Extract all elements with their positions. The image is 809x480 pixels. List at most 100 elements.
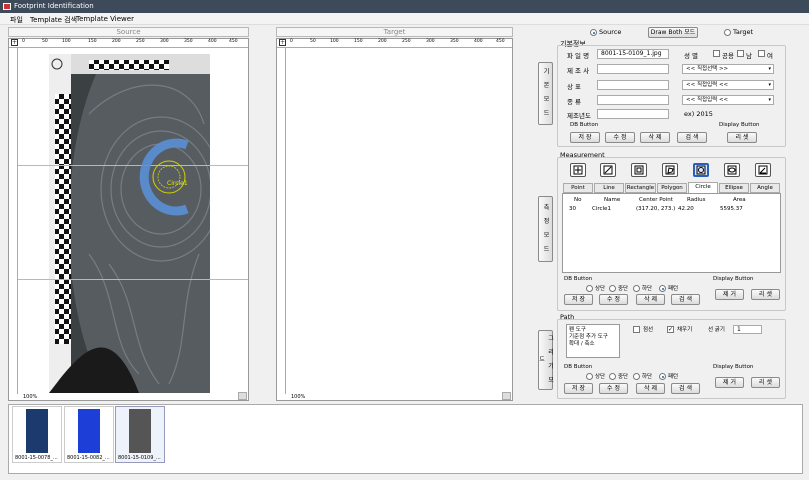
circle-tool[interactable] — [693, 163, 709, 177]
path-delete-button[interactable]: 삭 제 — [636, 383, 665, 394]
type-field[interactable] — [597, 95, 669, 105]
target-zoom-level: 100% — [291, 394, 306, 400]
gender-female-checkbox[interactable] — [758, 50, 765, 57]
measure-db-button-label: DB Button — [564, 276, 593, 282]
thumbnail-item[interactable]: 8001-15-0078_... — [12, 406, 62, 463]
gender-male-label: 남 — [746, 52, 752, 60]
measure-search-button[interactable]: 검 색 — [671, 294, 700, 305]
polygon-icon — [665, 165, 675, 175]
circle-measurement-overlay[interactable] — [129, 137, 199, 217]
target-canvas[interactable]: + 100% — [276, 38, 513, 401]
measure-mode-button[interactable]: 측 정 모 드 — [538, 196, 553, 262]
polygon-tool[interactable] — [662, 163, 678, 177]
fill-checkbox[interactable]: ✓ — [667, 326, 674, 333]
type-select[interactable]: << 직접입력 << ▾ — [682, 95, 774, 105]
ruler-tick: 450 — [496, 39, 505, 44]
thumbnail-image — [26, 409, 48, 453]
path-save-button[interactable]: 저 장 — [564, 383, 593, 394]
angle-tool[interactable] — [755, 163, 771, 177]
filename-field[interactable]: 8001-15-0109_1.jpg — [597, 49, 669, 59]
thumbnail-item[interactable]: 8001-15-0082_... — [64, 406, 114, 463]
path-mid-radio[interactable] — [609, 373, 616, 380]
pen-tool-item[interactable]: 펜 도구 — [569, 327, 617, 334]
fill-label: 채우기 — [677, 327, 693, 333]
target-ruler-vertical — [277, 48, 286, 394]
menu-template-viewer[interactable]: Template Viewer — [76, 15, 134, 23]
measure-reset-button[interactable]: 리 셋 — [751, 289, 780, 300]
point-tool[interactable] — [570, 163, 586, 177]
column-header-name: Name — [604, 197, 621, 203]
basic-save-button[interactable]: 저 장 — [570, 132, 600, 143]
tab-ellipse[interactable]: Ellipse — [719, 183, 749, 193]
ruler-tick: 350 — [184, 39, 193, 44]
path-reset-button[interactable]: 리 셋 — [751, 377, 780, 388]
year-label: 제조년도 — [567, 112, 591, 120]
ellipse-tool[interactable] — [724, 163, 740, 177]
path-bottom-radio[interactable] — [633, 373, 640, 380]
gender-male-checkbox[interactable] — [737, 50, 744, 57]
column-header-area: Area — [733, 197, 746, 203]
table-row[interactable]: 30 Circle1 (317.20, 273.) 42.20 5595.37 — [566, 205, 778, 214]
anchor-add-tool-item[interactable]: 기준점 추가 도구 — [569, 334, 617, 341]
dashed-checkbox[interactable] — [633, 326, 640, 333]
product-select[interactable]: << 직접입력 << ▾ — [682, 80, 774, 90]
measure-save-button[interactable]: 저 장 — [564, 294, 593, 305]
target-mode-label: Target — [733, 28, 754, 36]
maker-field[interactable] — [597, 64, 669, 74]
ruler-tick: 350 — [450, 39, 459, 44]
product-field[interactable] — [597, 80, 669, 90]
tab-angle[interactable]: Angle — [750, 183, 780, 193]
year-field[interactable] — [597, 109, 669, 119]
source-canvas[interactable]: + Circle1 100% — [8, 38, 249, 401]
measure-delete-button[interactable]: 삭 제 — [636, 294, 665, 305]
measure-full-radio[interactable] — [659, 285, 666, 292]
basic-reset-button[interactable]: 리 셋 — [727, 132, 757, 143]
path-edit-button[interactable]: 수 정 — [599, 383, 628, 394]
rectangle-tool[interactable] — [631, 163, 647, 177]
tab-circle[interactable]: Circle — [688, 182, 718, 193]
line-tool[interactable] — [600, 163, 616, 177]
measure-bottom-radio[interactable] — [633, 285, 640, 292]
thumbnail-item-selected[interactable]: 8001-15-0109_... — [115, 406, 165, 463]
tab-line[interactable]: Line — [594, 183, 624, 193]
menu-template-search[interactable]: Template 검색 — [30, 15, 77, 25]
gender-label: 성 별 — [684, 52, 699, 60]
measure-remove-button[interactable]: 제 거 — [715, 289, 744, 300]
ruler-tick: 50 — [310, 39, 316, 44]
basic-search-button[interactable]: 검 색 — [677, 132, 707, 143]
angle-icon — [758, 165, 768, 175]
path-full-radio[interactable] — [659, 373, 666, 380]
chevron-down-icon: ▾ — [768, 82, 771, 88]
maker-select[interactable]: << 직접선택 >> ▾ — [682, 64, 774, 74]
draw-both-button[interactable]: Draw Both 모드 — [648, 27, 698, 38]
line-width-field[interactable]: 1 — [733, 325, 762, 334]
measure-mid-radio[interactable] — [609, 285, 616, 292]
menu-file[interactable]: 파일 — [10, 15, 23, 25]
target-mode-radio[interactable] — [724, 29, 731, 36]
basic-mode-button[interactable]: 기 본 모 드 — [538, 62, 553, 125]
zoom-tool-item[interactable]: 확대 / 축소 — [569, 341, 617, 348]
tab-polygon[interactable]: Polygon — [657, 183, 687, 193]
dashed-label: 점선 — [643, 327, 654, 333]
path-top-radio[interactable] — [586, 373, 593, 380]
source-scroll-corner[interactable] — [238, 392, 247, 400]
gender-common-checkbox[interactable] — [713, 50, 720, 57]
target-scroll-corner[interactable] — [502, 392, 511, 400]
basic-delete-button[interactable]: 삭 제 — [640, 132, 670, 143]
path-search-button[interactable]: 검 색 — [671, 383, 700, 394]
menu-bar: 파일 Template 검색 Template Viewer — [0, 13, 809, 25]
path-remove-button[interactable]: 제 거 — [715, 377, 744, 388]
tab-rectangle[interactable]: Rectangle — [625, 183, 656, 193]
measure-top-radio[interactable] — [586, 285, 593, 292]
source-mode-radio[interactable] — [590, 29, 597, 36]
measure-full-label: 패턴 — [668, 286, 679, 292]
basic-edit-button[interactable]: 수 정 — [605, 132, 635, 143]
year-hint: ex) 2015 — [684, 110, 713, 118]
thumbnail-label: 8001-15-0109_... — [118, 455, 161, 461]
tab-point[interactable]: Point — [563, 183, 593, 193]
ellipse-icon — [727, 165, 737, 175]
measure-edit-button[interactable]: 수 정 — [599, 294, 628, 305]
draw-mode-button[interactable]: 그 리 기 모 드 — [538, 330, 554, 390]
move-icon[interactable]: + — [279, 39, 286, 46]
move-icon[interactable]: + — [11, 39, 18, 46]
